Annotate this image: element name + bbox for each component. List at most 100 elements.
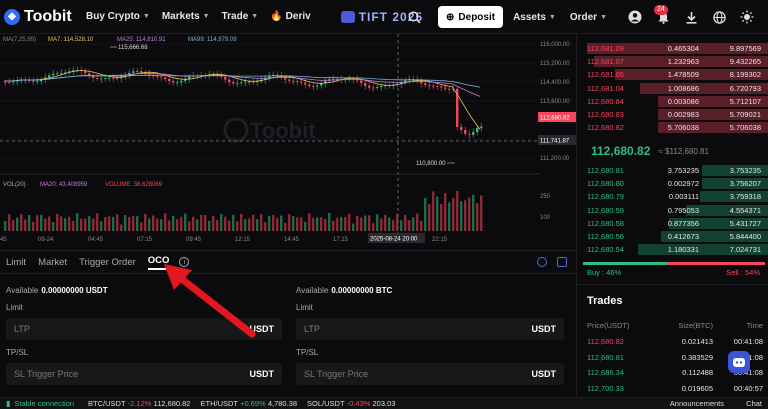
candle-body: [480, 126, 483, 129]
bid-price: 112,680.58: [587, 218, 624, 228]
ask-row[interactable]: 112,681.04 1.008686 6.720793: [577, 82, 768, 95]
trade-time: 00:40:57: [733, 383, 763, 393]
ticker-price: 203.03: [372, 399, 396, 408]
calculator-icon[interactable]: [537, 257, 547, 267]
trade-size: 0.112488: [682, 368, 713, 377]
chevron-down-icon: ▼: [202, 13, 210, 20]
bid-row[interactable]: 112,680.58 0.877356 5.431727: [577, 217, 768, 230]
nav-label: Buy Crypto: [86, 11, 140, 22]
ask-row[interactable]: 112,680.84 0.003086 5.712107: [577, 95, 768, 108]
volume-bar: [384, 214, 387, 231]
volume-bar: [184, 213, 187, 231]
footer-ticker[interactable]: BTC/USDT -2.12% 112,680.82: [88, 399, 190, 408]
footer-ticker[interactable]: SOL/USDT -0.43% 203.03: [307, 399, 395, 408]
candle-body: [100, 78, 103, 80]
nav-markets[interactable]: Markets ▼: [162, 11, 210, 22]
globe-icon[interactable]: [710, 8, 728, 26]
volume-bar: [232, 214, 235, 231]
volume-bar: [388, 217, 391, 231]
time-axis-tick: 04:45: [88, 237, 104, 243]
bid-row[interactable]: 112,680.80 0.002972 3.756207: [577, 177, 768, 190]
price-axis-tick: 111,200.00: [540, 156, 570, 162]
download-icon[interactable]: [682, 8, 700, 26]
volume-bar: [36, 215, 39, 231]
theme-toggle-icon[interactable]: [738, 8, 756, 26]
candle-body: [368, 85, 371, 88]
volume-bar: [376, 214, 379, 231]
volume-bar: [12, 220, 15, 231]
trade-price: 112,686.34: [587, 368, 624, 377]
time-axis-tick: 45: [0, 237, 7, 243]
volume-bar: [448, 202, 451, 231]
volume-bar: [224, 216, 227, 231]
ask-row[interactable]: 112,681.07 1.232963 9.432265: [577, 55, 768, 68]
nav-order[interactable]: Order ▼: [570, 12, 607, 23]
volume-bar: [100, 221, 103, 231]
sell-form: Available 0.00000000 BTC Limit LTP USDT TP…: [296, 283, 564, 385]
nav-label: Assets: [513, 11, 546, 23]
candle-body: [444, 87, 447, 89]
ask-row[interactable]: 112,681.09 0.465304 9.897569: [577, 42, 768, 55]
volume-bar: [372, 223, 375, 231]
deposit-button[interactable]: ⊕ Deposit: [438, 6, 504, 28]
volume-bar: [16, 217, 19, 231]
tab-trigger-order[interactable]: Trigger Order: [79, 257, 136, 268]
ask-row[interactable]: 112,681.05 1.478509 8.199302: [577, 68, 768, 81]
red-arrow-annotation: [164, 264, 256, 338]
nav-trade[interactable]: Trade ▼: [222, 11, 259, 22]
chevron-down-icon: ▼: [251, 13, 259, 20]
nav-derivatives[interactable]: 🔥 Deriv: [270, 11, 310, 22]
volume-bar: [456, 191, 459, 231]
footer-ticker[interactable]: ETH/USDT +0.69% 4,780.38: [200, 399, 297, 408]
price-chart[interactable]: Toobit MA(7,25,99) MA7: 114,528.10 MA25:…: [0, 34, 576, 248]
brand-logo[interactable]: ◆ Toobit: [4, 8, 86, 26]
nav-buy-crypto[interactable]: Buy Crypto ▼: [86, 11, 150, 22]
volume-bar: [236, 221, 239, 231]
volume-bar: [4, 221, 7, 231]
vol-tick: 250: [540, 194, 551, 200]
bid-total: 4.554371: [729, 205, 761, 215]
user-icon[interactable]: [626, 8, 644, 26]
settings-icon[interactable]: [557, 257, 567, 267]
top-navbar: ◆ Toobit Buy Crypto ▼ Markets ▼ Trade ▼ 🔥 De…: [0, 0, 768, 34]
volume-bar: [80, 218, 83, 231]
time-axis-tick: 22:15: [432, 237, 448, 243]
ask-price: 112,681.04: [587, 83, 624, 93]
volume-bar: [332, 220, 335, 231]
tab-limit[interactable]: Limit: [6, 257, 26, 268]
candle-body: [284, 77, 287, 80]
bid-row[interactable]: 112,680.59 0.795053 4.554371: [577, 204, 768, 217]
nav-label: Order: [569, 11, 598, 23]
ask-price: 112,681.07: [587, 57, 624, 67]
search-icon[interactable]: [405, 8, 423, 26]
bid-row[interactable]: 112,680.54 1.180331 7.024731: [577, 243, 768, 256]
bid-row[interactable]: 112,680.81 3.753235 3.753235: [577, 164, 768, 177]
sell-ratio-label: Sell : 54%: [726, 268, 760, 277]
volume-bar: [172, 215, 175, 231]
ask-row[interactable]: 112,680.82 5.706038 5.706038: [577, 121, 768, 134]
bid-row[interactable]: 112,680.79 0.003111 3.759318: [577, 190, 768, 203]
ask-row[interactable]: 112,680.83 0.002983 5.709021: [577, 108, 768, 121]
sl-trigger-price-input[interactable]: SL Trigger Price USDT: [6, 363, 282, 385]
announcements-link[interactable]: Announcements: [670, 399, 724, 408]
trade-row: 112,680.82 0.021413 00:41:08: [577, 335, 768, 348]
bid-row[interactable]: 112,680.56 0.412673 5.844400: [577, 230, 768, 243]
volume-bar: [64, 218, 67, 231]
tab-market[interactable]: Market: [38, 257, 67, 268]
ask-amount: 1.478509: [667, 70, 699, 80]
volume-bar: [464, 200, 467, 231]
ask-total: 5.706038: [729, 123, 761, 133]
vol-volume-legend: VOLUME: 38.628069: [105, 182, 163, 188]
candle-body: [32, 80, 35, 82]
nav-assets[interactable]: Assets ▼: [513, 12, 556, 23]
candle-body: [360, 80, 363, 84]
time-axis-tick: 12:15: [235, 237, 251, 243]
sl-trigger-price-input[interactable]: SL Trigger Price USDT: [296, 363, 564, 385]
support-bot-icon[interactable]: [728, 351, 750, 373]
limit-price-input[interactable]: LTP USDT: [296, 318, 564, 340]
nav-label: Markets: [161, 11, 200, 22]
ask-price: 112,680.82: [587, 123, 624, 133]
candlestick-chart[interactable]: Toobit MA(7,25,99) MA7: 114,528.10 MA25:…: [0, 34, 576, 248]
volume-bar: [248, 218, 251, 231]
chat-link[interactable]: Chat: [746, 399, 762, 408]
